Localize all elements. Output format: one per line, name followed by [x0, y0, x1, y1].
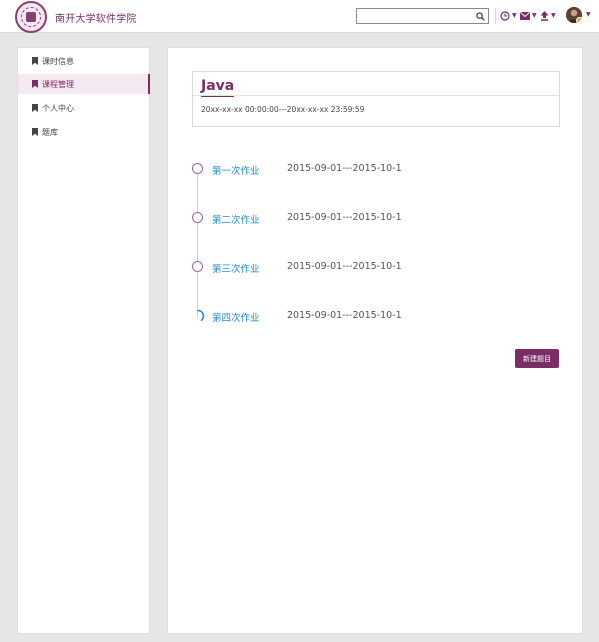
sidebar-item-label: 课时信息: [42, 57, 74, 66]
user-avatar[interactable]: [566, 7, 582, 23]
sidebar: 课时信息 课程管理 个人中心 题库: [17, 47, 150, 634]
assignment-date-range: 2015-09-01---2015-10-1: [287, 310, 402, 321]
top-bar: 南开大学软件学院 ▼ ▼ ▼ ▼: [0, 0, 599, 33]
bookmark-icon: [32, 128, 38, 136]
chevron-down-icon: ▼: [532, 12, 537, 19]
mail-icon: [520, 12, 530, 20]
search-box: [356, 8, 489, 24]
sidebar-item-question-bank[interactable]: 题库: [18, 122, 149, 142]
assignment-item: 第二次作业 2015-09-01---2015-10-1: [192, 210, 492, 226]
history-dropdown[interactable]: ▼: [500, 9, 517, 23]
search-input[interactable]: [359, 10, 469, 22]
assignment-link[interactable]: 第四次作业: [212, 310, 260, 324]
bookmark-icon: [32, 57, 38, 65]
sidebar-item-course-management[interactable]: 课程管理: [18, 74, 150, 94]
assignment-item: 第三次作业 2015-09-01---2015-10-1: [192, 259, 492, 275]
chevron-down-icon: ▼: [512, 12, 517, 19]
timeline-node: [192, 212, 203, 223]
bookmark-icon: [32, 80, 38, 88]
site-title[interactable]: 南开大学软件学院: [55, 10, 137, 25]
main-panel: Java 20xx-xx-xx 00:00:00---20xx-xx-xx 23…: [167, 47, 583, 634]
assignment-item: 第一次作业 2015-09-01---2015-10-1: [192, 161, 492, 177]
status-badge: [576, 17, 582, 23]
assignment-item: 第四次作业 2015-09-01---2015-10-1: [192, 308, 492, 324]
loading-spinner-icon: [197, 309, 205, 321]
upload-icon: [540, 11, 549, 21]
assignment-link[interactable]: 第三次作业: [212, 261, 260, 275]
new-question-button[interactable]: 新建题目: [515, 349, 559, 368]
sidebar-item-label: 题库: [42, 128, 58, 137]
search-button[interactable]: [472, 9, 488, 23]
clock-icon: [500, 11, 510, 21]
logo-emblem: [26, 12, 36, 22]
assignment-date-range: 2015-09-01---2015-10-1: [287, 163, 402, 174]
bookmark-icon: [32, 104, 38, 112]
assignment-link[interactable]: 第二次作业: [212, 212, 260, 226]
timeline-node: [192, 163, 203, 174]
timeline-line: [197, 169, 198, 317]
account-dropdown-caret[interactable]: ▼: [586, 12, 591, 18]
assignment-date-range: 2015-09-01---2015-10-1: [287, 261, 402, 272]
university-logo[interactable]: [15, 1, 47, 33]
course-date-range: 20xx-xx-xx 00:00:00---20xx-xx-xx 23:59:5…: [201, 105, 365, 114]
search-icon: [475, 11, 485, 21]
timeline-node: [192, 261, 203, 272]
sidebar-item-label: 课程管理: [42, 80, 74, 89]
chevron-down-icon: ▼: [551, 12, 556, 19]
sidebar-item-label: 个人中心: [42, 104, 74, 113]
sidebar-item-personal-center[interactable]: 个人中心: [18, 98, 149, 118]
header-divider: [495, 8, 496, 24]
upload-dropdown[interactable]: ▼: [540, 9, 556, 23]
sidebar-item-lesson-info[interactable]: 课时信息: [18, 51, 149, 71]
card-divider: [193, 95, 559, 96]
messages-dropdown[interactable]: ▼: [520, 9, 537, 23]
course-card: Java 20xx-xx-xx 00:00:00---20xx-xx-xx 23…: [192, 71, 560, 127]
assignment-date-range: 2015-09-01---2015-10-1: [287, 212, 402, 223]
assignment-link[interactable]: 第一次作业: [212, 163, 260, 177]
